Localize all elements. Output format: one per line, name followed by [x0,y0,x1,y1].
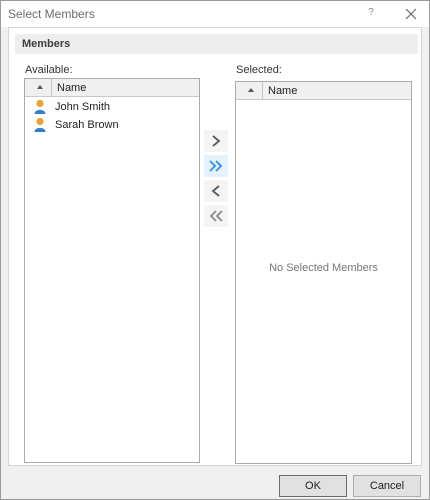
double-chevron-left-icon [209,210,223,222]
cancel-button[interactable]: Cancel [353,475,421,497]
close-button[interactable] [401,4,421,24]
selected-list[interactable]: Name No Selected Members [235,81,412,464]
chevron-left-icon [211,185,220,197]
list-item[interactable]: John Smith [25,98,199,116]
column-header-name[interactable]: Name [57,82,86,94]
window-title: Select Members [8,7,95,21]
available-label: Available: [25,64,73,76]
dialog-content: Members Available: Name John Smith Sarah… [8,27,422,466]
remove-all-button[interactable] [204,205,228,227]
double-chevron-right-icon [209,160,223,172]
add-all-button[interactable] [204,155,228,177]
user-icon [33,117,47,133]
sort-button[interactable] [25,79,52,96]
remove-selected-button[interactable] [204,180,228,202]
section-header: Members [15,34,418,54]
help-button[interactable]: ? [362,4,380,22]
select-members-dialog: Select Members ? Members Available: Name [0,0,430,500]
empty-list-message: No Selected Members [269,262,378,274]
member-name: Sarah Brown [55,119,119,131]
member-name: John Smith [55,101,111,113]
sort-ascending-icon [248,88,254,92]
ok-button[interactable]: OK [279,475,347,497]
user-icon [33,99,47,115]
title-bar[interactable]: Select Members ? [1,1,429,27]
selected-list-header: Name [236,82,411,100]
add-selected-button[interactable] [204,130,228,152]
sort-ascending-icon [37,85,43,89]
selected-label: Selected: [236,64,282,76]
available-list-header: Name [25,79,199,97]
column-header-name[interactable]: Name [268,85,297,97]
close-icon [405,8,417,20]
sort-button[interactable] [236,82,263,99]
chevron-right-icon [212,135,221,147]
list-item[interactable]: Sarah Brown [25,116,199,134]
available-list[interactable]: Name John Smith Sarah Brown [24,78,200,463]
